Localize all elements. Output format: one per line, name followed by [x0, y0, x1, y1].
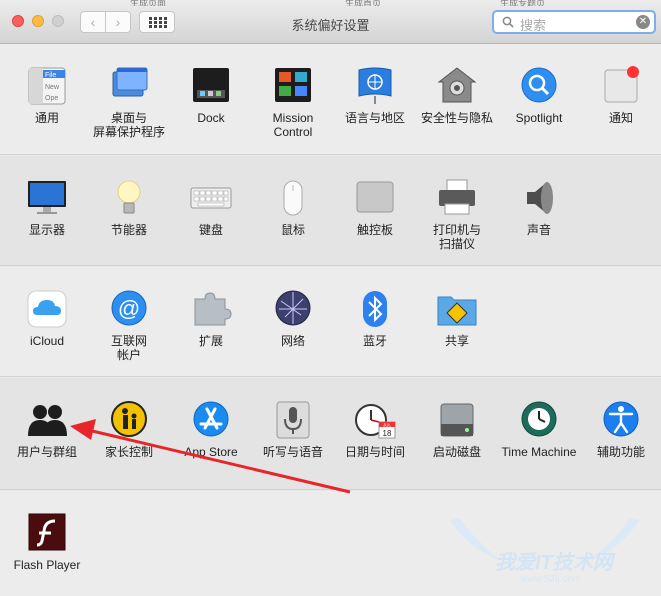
watermark-text: 我爱IT技术网: [495, 552, 613, 574]
watermark-logo: 我爱IT技术网 www.52ij.com: [440, 510, 661, 596]
red-arrow-annotation: [70, 419, 351, 494]
watermark-url: www.52ij.com: [520, 574, 582, 585]
